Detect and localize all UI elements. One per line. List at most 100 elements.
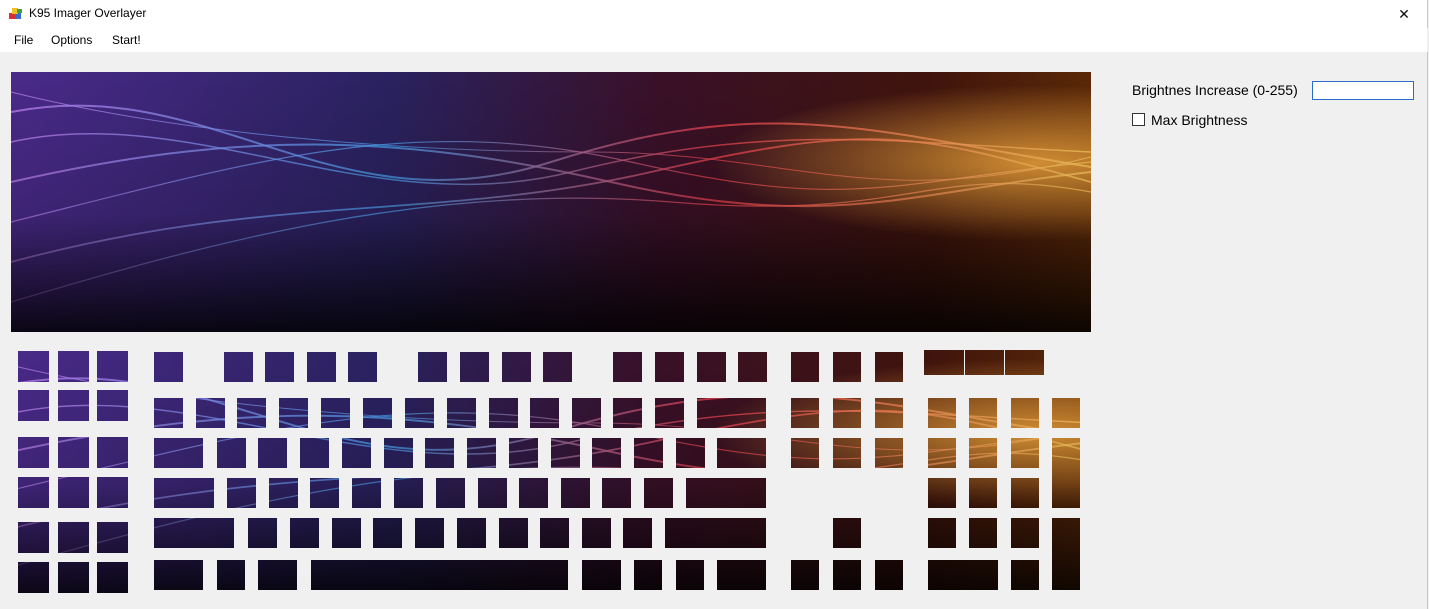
key-tile (394, 478, 423, 508)
key-tile (348, 352, 377, 382)
key-tile (969, 478, 997, 508)
key-tile (969, 438, 997, 468)
key-tile (290, 518, 319, 548)
key-tile (97, 477, 128, 508)
key-tile (509, 438, 538, 468)
key-tile (717, 560, 766, 590)
close-icon: ✕ (1398, 5, 1410, 22)
key-tile (18, 351, 49, 382)
menu-options[interactable]: Options (51, 33, 92, 47)
key-tile (634, 560, 662, 590)
key-tile (447, 398, 476, 428)
key-tile (928, 478, 956, 508)
window-title: K95 Imager Overlayer (29, 6, 147, 20)
key-tile (269, 478, 298, 508)
key-tile (436, 478, 465, 508)
key-tile (18, 562, 49, 593)
key-tile (697, 352, 726, 382)
key-tile (224, 352, 253, 382)
key-tile (924, 350, 964, 375)
key-tile (582, 518, 611, 548)
key-tile (969, 398, 997, 428)
key-tile (875, 438, 903, 468)
key-tile (665, 518, 766, 548)
key-tile (18, 477, 49, 508)
key-tile (613, 398, 642, 428)
key-tile (1011, 478, 1039, 508)
key-tile (18, 390, 49, 421)
key-tile (928, 398, 956, 428)
key-tile (1011, 438, 1039, 468)
key-tile (634, 438, 663, 468)
key-tile (310, 478, 339, 508)
key-tile (154, 560, 203, 590)
key-tile (18, 437, 49, 468)
key-tile (363, 398, 392, 428)
key-tile (644, 478, 673, 508)
key-tile (300, 438, 329, 468)
key-tile (342, 438, 371, 468)
key-tile (248, 518, 277, 548)
key-tile (928, 560, 998, 590)
key-tile (279, 398, 308, 428)
key-tile (58, 351, 89, 382)
key-tile (154, 478, 214, 508)
key-tile (519, 478, 548, 508)
key-tile (1011, 560, 1039, 590)
key-tile (1052, 398, 1080, 428)
key-tile (1052, 438, 1080, 508)
key-tile (97, 390, 128, 421)
key-tile (502, 352, 531, 382)
key-tile (655, 398, 684, 428)
brightness-input[interactable] (1312, 81, 1414, 100)
key-tile (425, 438, 454, 468)
key-tile (265, 352, 294, 382)
key-tile (697, 398, 766, 428)
close-button[interactable]: ✕ (1381, 0, 1427, 28)
key-tile (833, 560, 861, 590)
key-tile (321, 398, 350, 428)
key-tile (791, 352, 819, 382)
key-tile (1005, 350, 1044, 375)
key-tile (965, 350, 1004, 375)
key-tile (1011, 398, 1039, 428)
key-tile (791, 398, 819, 428)
key-tile (1011, 518, 1039, 548)
key-tile (489, 398, 518, 428)
menu-start[interactable]: Start! (112, 33, 141, 47)
key-tile (217, 560, 245, 590)
key-tile (686, 478, 766, 508)
key-tile (676, 560, 704, 590)
key-tile (237, 398, 266, 428)
key-tile (58, 562, 89, 593)
key-tile (717, 438, 766, 468)
key-tile (969, 518, 997, 548)
menu-bar: File Options Start! (0, 28, 1427, 52)
key-tile (154, 398, 183, 428)
brightness-label: Brightnes Increase (0-255) (1132, 82, 1298, 98)
key-tile (613, 352, 642, 382)
key-tile (561, 478, 590, 508)
key-tile (418, 352, 447, 382)
key-tile (97, 351, 128, 382)
key-tile (154, 352, 183, 382)
key-tile (928, 518, 956, 548)
key-tile (738, 352, 767, 382)
menu-file[interactable]: File (14, 33, 33, 47)
max-brightness-checkbox[interactable] (1132, 113, 1145, 126)
title-bar: K95 Imager Overlayer ✕ (0, 0, 1428, 28)
key-tile (373, 518, 402, 548)
key-tile (592, 438, 621, 468)
key-tile (791, 438, 819, 468)
key-tile (655, 352, 684, 382)
key-tile (928, 438, 956, 468)
key-tile (97, 522, 128, 553)
key-tile (332, 518, 361, 548)
key-tile (582, 560, 621, 590)
key-tile (602, 478, 631, 508)
key-tile (530, 398, 559, 428)
key-tile (791, 560, 819, 590)
key-tile (551, 438, 580, 468)
key-tile (875, 352, 903, 382)
key-tile (572, 398, 601, 428)
